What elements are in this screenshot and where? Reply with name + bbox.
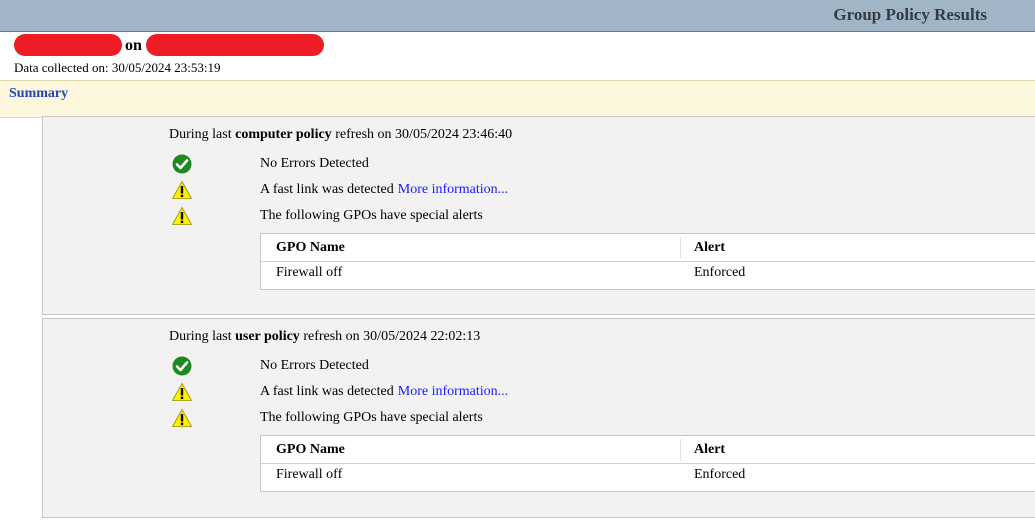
summary-section-header: Summary — [0, 80, 1035, 118]
data-collected-timestamp: Data collected on: 30/05/2024 23:53:19 — [14, 60, 221, 75]
status-row-gpo-alerts: The following GPOs have special alerts — [171, 408, 1031, 430]
report-title-bar: Group Policy Results — [0, 0, 1035, 32]
user-policy-heading: During last user policy refresh on 30/05… — [169, 329, 481, 344]
status-row-no-errors: No Errors Detected — [171, 356, 1031, 378]
warning-icon — [171, 206, 193, 225]
computer-policy-heading: During last computer policy refresh on 3… — [169, 127, 513, 142]
warning-icon — [171, 382, 193, 401]
gpo-alerts-table: GPO Name Alert Firewall off Enforced — [260, 435, 1035, 492]
status-row-gpo-alerts: The following GPOs have special alerts — [171, 206, 1031, 228]
redacted-user-name — [14, 34, 122, 56]
table-header-row: GPO Name Alert — [261, 436, 1035, 464]
gpo-name-cell: Firewall off — [276, 265, 343, 280]
table-header-row: GPO Name Alert — [261, 234, 1035, 262]
on-label: on — [125, 37, 142, 54]
user-policy-panel: During last user policy refresh on 30/05… — [42, 318, 1035, 518]
status-row-fast-link: A fast link was detected More information… — [171, 180, 1031, 202]
status-text: No Errors Detected — [260, 156, 369, 171]
alert-cell: Enforced — [694, 265, 746, 280]
warning-icon — [171, 408, 193, 427]
status-text: A fast link was detected — [260, 182, 394, 197]
status-row-no-errors: No Errors Detected — [171, 154, 1031, 176]
status-text: No Errors Detected — [260, 358, 369, 373]
success-check-icon — [172, 356, 192, 376]
gpo-name-cell: Firewall off — [276, 467, 343, 482]
success-check-icon — [172, 154, 192, 174]
column-header-alert: Alert — [694, 442, 726, 457]
more-information-link[interactable]: More information... — [398, 384, 508, 399]
report-title: Group Policy Results — [833, 5, 987, 24]
alert-cell: Enforced — [694, 467, 746, 482]
warning-icon — [171, 180, 193, 199]
column-header-gpo-name: GPO Name — [276, 240, 345, 255]
more-information-link[interactable]: More information... — [398, 182, 508, 197]
redacted-computer-name — [146, 34, 324, 56]
status-text: The following GPOs have special alerts — [260, 410, 483, 425]
computer-policy-panel: During last computer policy refresh on 3… — [42, 116, 1035, 315]
status-text: The following GPOs have special alerts — [260, 208, 483, 223]
status-row-fast-link: A fast link was detected More information… — [171, 382, 1031, 404]
gpo-alerts-table: GPO Name Alert Firewall off Enforced — [260, 233, 1035, 290]
summary-link[interactable]: Summary — [9, 86, 68, 102]
column-header-alert: Alert — [694, 240, 726, 255]
status-text: A fast link was detected — [260, 384, 394, 399]
column-header-gpo-name: GPO Name — [276, 442, 345, 457]
